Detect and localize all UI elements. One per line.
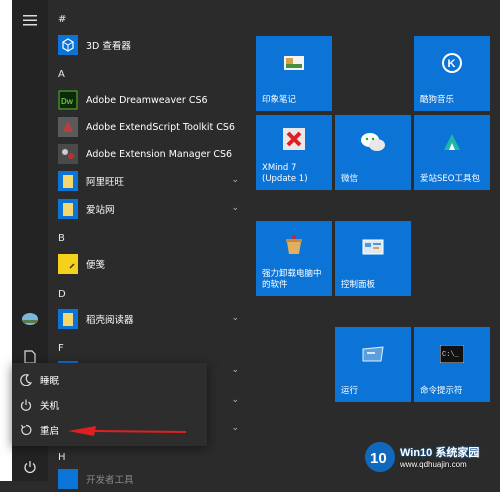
tile-control-panel[interactable]: 控制面板 (335, 221, 411, 296)
watermark-url: www.qdhuajin.com (400, 460, 467, 469)
extendscript-icon (58, 117, 78, 137)
evernote-icon (283, 54, 305, 76)
tile-evernote[interactable]: 印象笔记 (256, 36, 332, 111)
item-label: 爱站网 (86, 205, 115, 216)
wechat-icon (360, 131, 386, 157)
tile-command-prompt[interactable]: C:\_ 命令提示符 (414, 327, 490, 402)
chevron-down-icon[interactable]: ⌄ (231, 175, 239, 185)
item-label: 3D 查看器 (86, 41, 131, 52)
item-label: Adobe Extension Manager CS6 (86, 148, 233, 160)
list-item-aliwangwang[interactable]: 阿里旺旺 ⌄ (58, 168, 243, 194)
item-label: Adobe Dreamweaver CS6 (86, 94, 208, 106)
extension-manager-icon (58, 144, 78, 164)
section-header-f[interactable]: F (58, 343, 64, 354)
uninstaller-icon (283, 234, 305, 260)
sleep-menu-item[interactable]: 睡眠 (12, 368, 207, 392)
annotation-arrow (68, 426, 187, 436)
tile-label: 微信 (341, 174, 359, 184)
moon-icon (12, 374, 40, 386)
power-icon (12, 399, 40, 411)
folder-icon (58, 309, 78, 329)
restart-icon (12, 424, 40, 436)
section-header-a[interactable]: A (58, 69, 65, 80)
tile-label: 控制面板 (341, 280, 376, 290)
user-avatar-button[interactable] (12, 305, 48, 333)
tile-xmind[interactable]: XMind 7 (Update 1) (256, 115, 332, 190)
folder-icon (58, 171, 78, 191)
tile-label: 印象笔记 (262, 95, 297, 105)
tile-label: 爱站SEO工具包 (420, 174, 480, 184)
sleep-label: 睡眠 (40, 376, 60, 387)
run-icon (361, 345, 385, 367)
section-header-d[interactable]: D (58, 289, 66, 300)
shutdown-menu-item[interactable]: 关机 (12, 393, 207, 417)
sticky-notes-icon (58, 254, 78, 274)
list-item-daoke-reader[interactable]: 稻壳阅读器 ⌄ (58, 306, 243, 332)
tile-label: 酷狗音乐 (420, 95, 455, 105)
watermark-brand: Win10 系统家园 (400, 447, 480, 459)
section-header-hash[interactable]: # (58, 14, 66, 25)
svg-text:Dw: Dw (61, 97, 74, 106)
list-item-extendscript[interactable]: Adobe ExtendScript Toolkit CS6 (58, 114, 243, 140)
tile-wechat[interactable]: 微信 (335, 115, 411, 190)
win10-logo-icon: 10 (365, 442, 395, 472)
tile-label: XMind 7 (Update 1) (262, 163, 308, 184)
avatar-icon (22, 313, 38, 325)
restart-label: 重启 (40, 426, 60, 437)
item-label: 便笺 (86, 260, 106, 271)
command-prompt-icon: C:\_ (439, 344, 465, 367)
list-item-aizhan[interactable]: 爱站网 ⌄ (58, 196, 243, 222)
list-item-h-app[interactable]: 开发者工具 (58, 466, 243, 492)
tile-kugou[interactable]: K 酷狗音乐 (414, 36, 490, 111)
tile-uninstaller[interactable]: 强力卸载电脑中 的软件 (256, 221, 332, 296)
power-icon (24, 461, 36, 474)
svg-text:10: 10 (370, 450, 387, 467)
list-item-sticky-notes[interactable]: 便笺 (58, 251, 243, 277)
chevron-down-icon[interactable]: ⌄ (231, 423, 239, 433)
aizhan-seo-icon (441, 131, 463, 157)
hamburger-menu-button[interactable] (12, 6, 48, 34)
tile-label: 强力卸载电脑中 的软件 (262, 269, 322, 290)
3d-viewer-icon (58, 35, 78, 55)
left-edge (0, 0, 12, 481)
section-header-h[interactable]: H (58, 452, 66, 463)
list-item-extension-manager[interactable]: Adobe Extension Manager CS6 (58, 141, 243, 167)
item-label: 开发者工具 (86, 475, 134, 486)
xmind-icon (283, 127, 305, 154)
tile-run[interactable]: 运行 (335, 327, 411, 402)
dreamweaver-icon: Dw (58, 90, 78, 110)
hamburger-icon (23, 15, 37, 26)
watermark: 10 Win10 系统家园 www.qdhuajin.com (362, 436, 497, 478)
item-label: 阿里旺旺 (86, 177, 125, 188)
tile-label: 命令提示符 (420, 386, 463, 396)
app-icon (58, 469, 78, 489)
chevron-down-icon[interactable]: ⌄ (231, 365, 239, 375)
control-panel-icon (362, 238, 384, 262)
list-item-dreamweaver[interactable]: Dw Adobe Dreamweaver CS6 (58, 87, 243, 113)
kugou-icon: K (441, 52, 463, 78)
tile-label: 运行 (341, 386, 359, 396)
list-item-3d-viewer[interactable]: 3D 查看器 (58, 32, 243, 58)
chevron-down-icon[interactable]: ⌄ (231, 313, 239, 323)
power-button[interactable] (12, 453, 48, 481)
item-label: 稻壳阅读器 (86, 315, 134, 326)
svg-text:K: K (448, 58, 456, 70)
item-label: Adobe ExtendScript Toolkit CS6 (86, 121, 235, 133)
svg-text:C:\_: C:\_ (442, 351, 460, 359)
section-header-b[interactable]: B (58, 233, 65, 244)
folder-icon (58, 199, 78, 219)
shutdown-label: 关机 (40, 401, 60, 412)
document-icon (24, 350, 36, 364)
chevron-down-icon[interactable]: ⌄ (231, 203, 239, 213)
chevron-down-icon[interactable]: ⌄ (231, 395, 239, 405)
tile-aizhan-seo[interactable]: 爱站SEO工具包 (414, 115, 490, 190)
